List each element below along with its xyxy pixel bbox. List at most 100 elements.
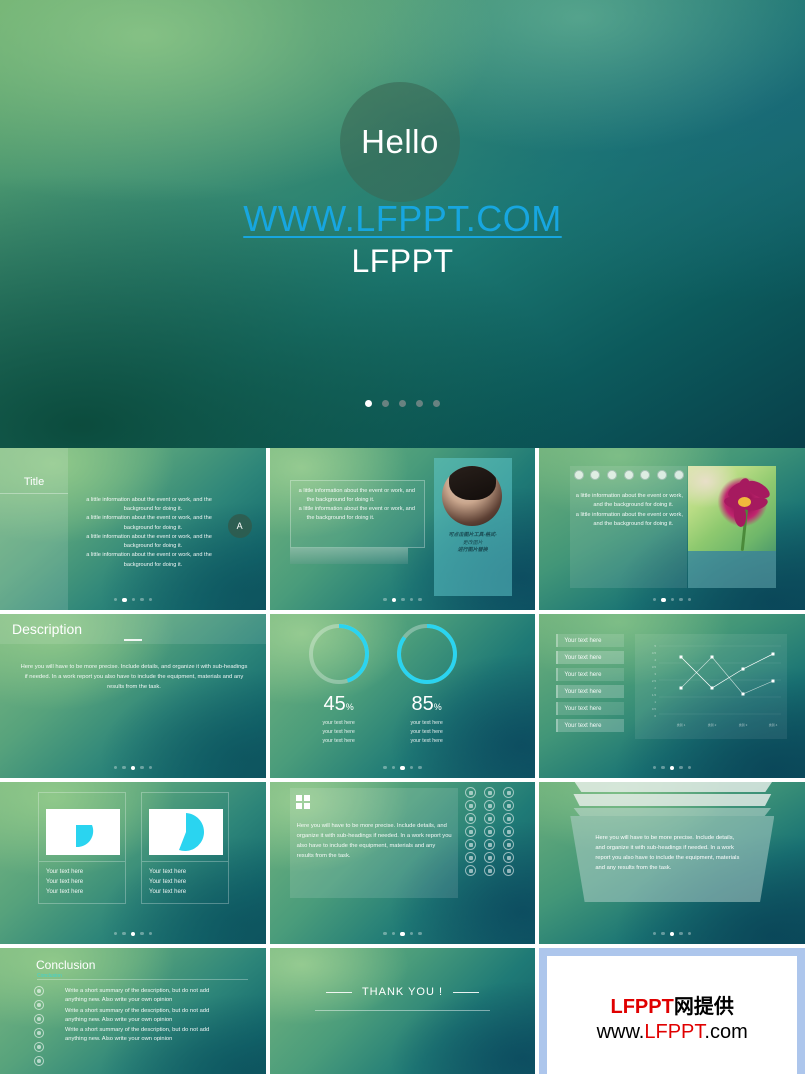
carousel-dot[interactable] — [433, 400, 440, 407]
slide-dots[interactable] — [0, 765, 266, 770]
check-icon[interactable] — [607, 470, 618, 480]
list-item[interactable]: Your text here — [556, 719, 625, 732]
slide-dot[interactable] — [122, 931, 126, 935]
tag-icon[interactable] — [503, 852, 515, 863]
gear-icon[interactable] — [657, 470, 668, 480]
slide-dot[interactable] — [661, 931, 665, 935]
slide-dot[interactable] — [409, 765, 414, 769]
slide-dot[interactable] — [122, 765, 126, 769]
slide-dot[interactable] — [661, 765, 665, 769]
slide-dots[interactable] — [0, 931, 266, 936]
slide-dot[interactable] — [687, 931, 692, 935]
headphones-icon[interactable] — [484, 813, 496, 824]
slide-thumb-list-chart[interactable]: Your text here Your text here Your text … — [539, 614, 805, 778]
chat-icon[interactable] — [484, 839, 496, 850]
users-icon[interactable] — [503, 800, 515, 811]
slide-dot[interactable] — [400, 765, 405, 770]
slide-thumb-conclusion[interactable]: Conclusion Conclusion Write a short summ… — [0, 948, 266, 1074]
slide-thumb-pies[interactable]: Your text here Your text here Your text … — [0, 782, 266, 944]
carousel-dot[interactable] — [365, 400, 372, 407]
slide-dot[interactable] — [140, 931, 144, 935]
slide-dot[interactable] — [391, 765, 396, 769]
slide-dot[interactable] — [383, 931, 387, 935]
slide-dot[interactable] — [140, 597, 144, 601]
list-item[interactable]: Your text here — [556, 634, 625, 647]
list-item[interactable]: Your text here — [556, 668, 625, 681]
close-icon[interactable] — [503, 865, 515, 876]
camera-icon[interactable] — [503, 839, 515, 850]
plus-icon[interactable] — [465, 865, 477, 876]
slide-dot[interactable] — [418, 765, 422, 769]
location-icon[interactable] — [503, 787, 515, 798]
slide-thumb-donuts[interactable]: 45% your text here your text here your t… — [269, 614, 536, 778]
link-icon[interactable] — [484, 826, 496, 837]
slide-dot[interactable] — [140, 765, 144, 769]
slide-dot[interactable] — [679, 931, 683, 935]
slide-dot[interactable] — [113, 765, 118, 769]
slide-dot[interactable] — [401, 597, 405, 601]
slide-dot[interactable] — [148, 931, 153, 935]
slide-dot[interactable] — [418, 931, 422, 935]
slide-dot[interactable] — [131, 597, 136, 601]
save-icon[interactable] — [503, 826, 515, 837]
slide-dot[interactable] — [148, 597, 153, 601]
slide-dot[interactable] — [113, 597, 118, 601]
slide-thumb-icons-flower[interactable]: a little information about the event or … — [539, 448, 805, 610]
slide-dot[interactable] — [391, 931, 396, 935]
mail-icon[interactable] — [484, 800, 496, 811]
slide-dot[interactable] — [122, 597, 127, 602]
slide-dot[interactable] — [652, 931, 657, 935]
text-button-list[interactable]: Your text here Your text here Your text … — [556, 634, 625, 736]
slide-dot[interactable] — [661, 597, 666, 602]
slide-dot[interactable] — [652, 765, 657, 769]
slide-dots[interactable] — [270, 765, 536, 770]
slide-dot[interactable] — [130, 931, 136, 936]
slide-dots[interactable] — [539, 931, 805, 936]
slide-thumb-thankyou[interactable]: THANK YOU ! — [269, 948, 536, 1074]
hero-carousel-dots[interactable] — [0, 400, 805, 407]
refresh-icon[interactable] — [484, 852, 496, 863]
slide-dot[interactable] — [400, 931, 405, 936]
carousel-dot[interactable] — [399, 400, 406, 407]
slide-dots[interactable] — [270, 597, 536, 602]
slide-dots[interactable] — [0, 597, 266, 602]
thumbs-up-icon[interactable] — [465, 852, 477, 863]
carousel-dot[interactable] — [416, 400, 423, 407]
bullet-icon[interactable] — [573, 470, 584, 480]
slide-thumb-title[interactable]: Title a little information about the eve… — [0, 448, 266, 610]
icon-grid[interactable] — [462, 787, 518, 876]
slide-dot[interactable] — [418, 597, 422, 601]
search-icon[interactable] — [623, 470, 634, 480]
slide-dot[interactable] — [687, 765, 692, 769]
slide-dots[interactable] — [270, 931, 536, 936]
slide-dot[interactable] — [669, 931, 675, 936]
slide-thumb-photo[interactable]: a little information about the event or … — [269, 448, 536, 610]
slide-thumb-description[interactable]: Description Here you will have to be mor… — [0, 614, 266, 778]
document-icon[interactable] — [503, 813, 515, 824]
icon-row[interactable] — [570, 467, 687, 483]
slide-dot[interactable] — [113, 931, 118, 935]
slide-dots[interactable] — [539, 765, 805, 770]
slide-thumb-icongrid[interactable]: Here you will have to be more precise. I… — [269, 782, 536, 944]
list-item[interactable]: Your text here — [556, 702, 625, 715]
play-icon[interactable] — [484, 787, 496, 798]
minus-icon[interactable] — [484, 865, 496, 876]
bolt-icon[interactable] — [465, 826, 477, 837]
list-item[interactable]: Your text here — [556, 685, 625, 698]
slide-dot[interactable] — [383, 597, 387, 601]
mail-icon[interactable] — [640, 470, 651, 480]
site-link[interactable]: WWW.LFPPT.COM — [0, 198, 805, 240]
slide-thumb-funnel[interactable]: Here you will have to be more precise. I… — [539, 782, 805, 944]
slide-dot[interactable] — [391, 597, 397, 602]
slide-dot[interactable] — [679, 597, 683, 601]
slide-dot[interactable] — [670, 597, 675, 601]
slide-dot[interactable] — [130, 765, 136, 770]
chat-icon[interactable] — [673, 470, 684, 480]
info-icon[interactable] — [590, 470, 601, 480]
slide-dot[interactable] — [383, 765, 387, 769]
slide-dot[interactable] — [687, 597, 692, 601]
target-icon[interactable] — [465, 813, 477, 824]
list-icon[interactable] — [465, 787, 477, 798]
slide-dot[interactable] — [669, 765, 675, 770]
battery-icon[interactable] — [465, 839, 477, 850]
